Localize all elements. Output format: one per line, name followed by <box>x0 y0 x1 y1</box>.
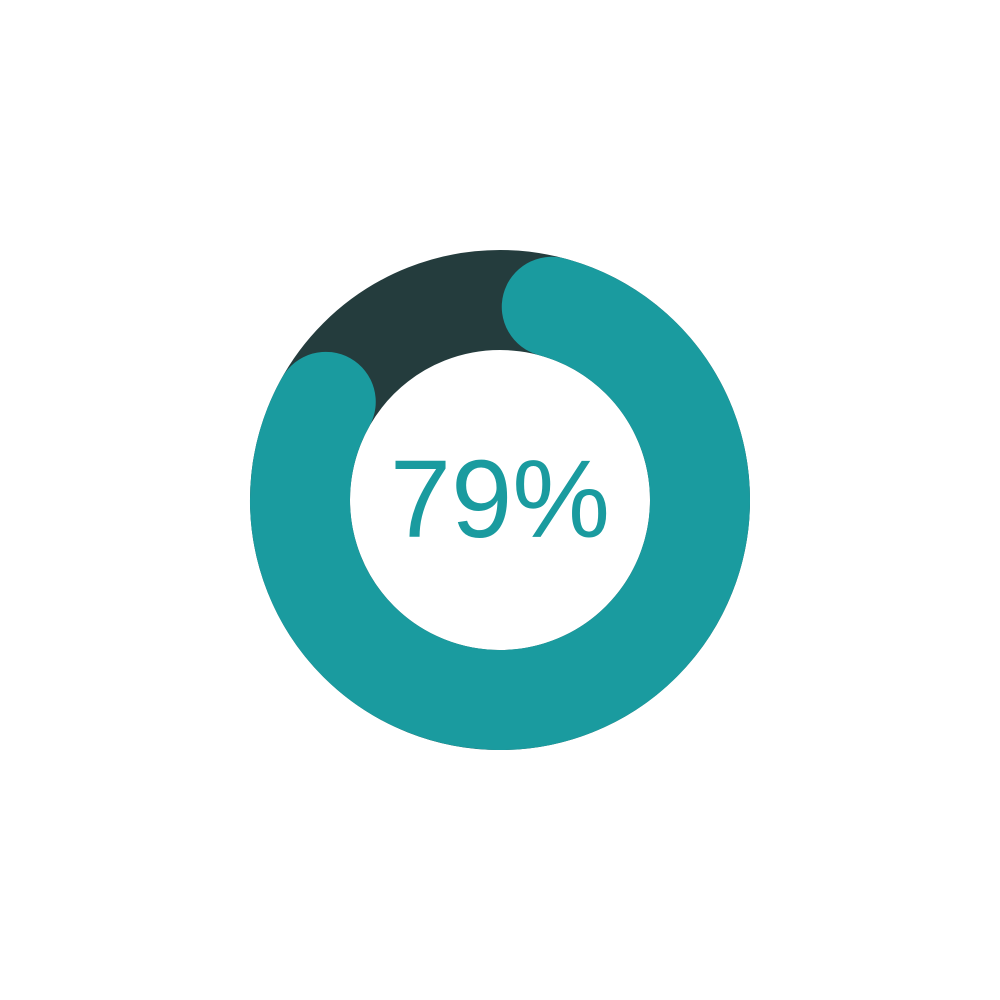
progress-percent-label: 79% <box>389 438 611 561</box>
progress-ring-chart: 79% <box>0 0 1000 1000</box>
